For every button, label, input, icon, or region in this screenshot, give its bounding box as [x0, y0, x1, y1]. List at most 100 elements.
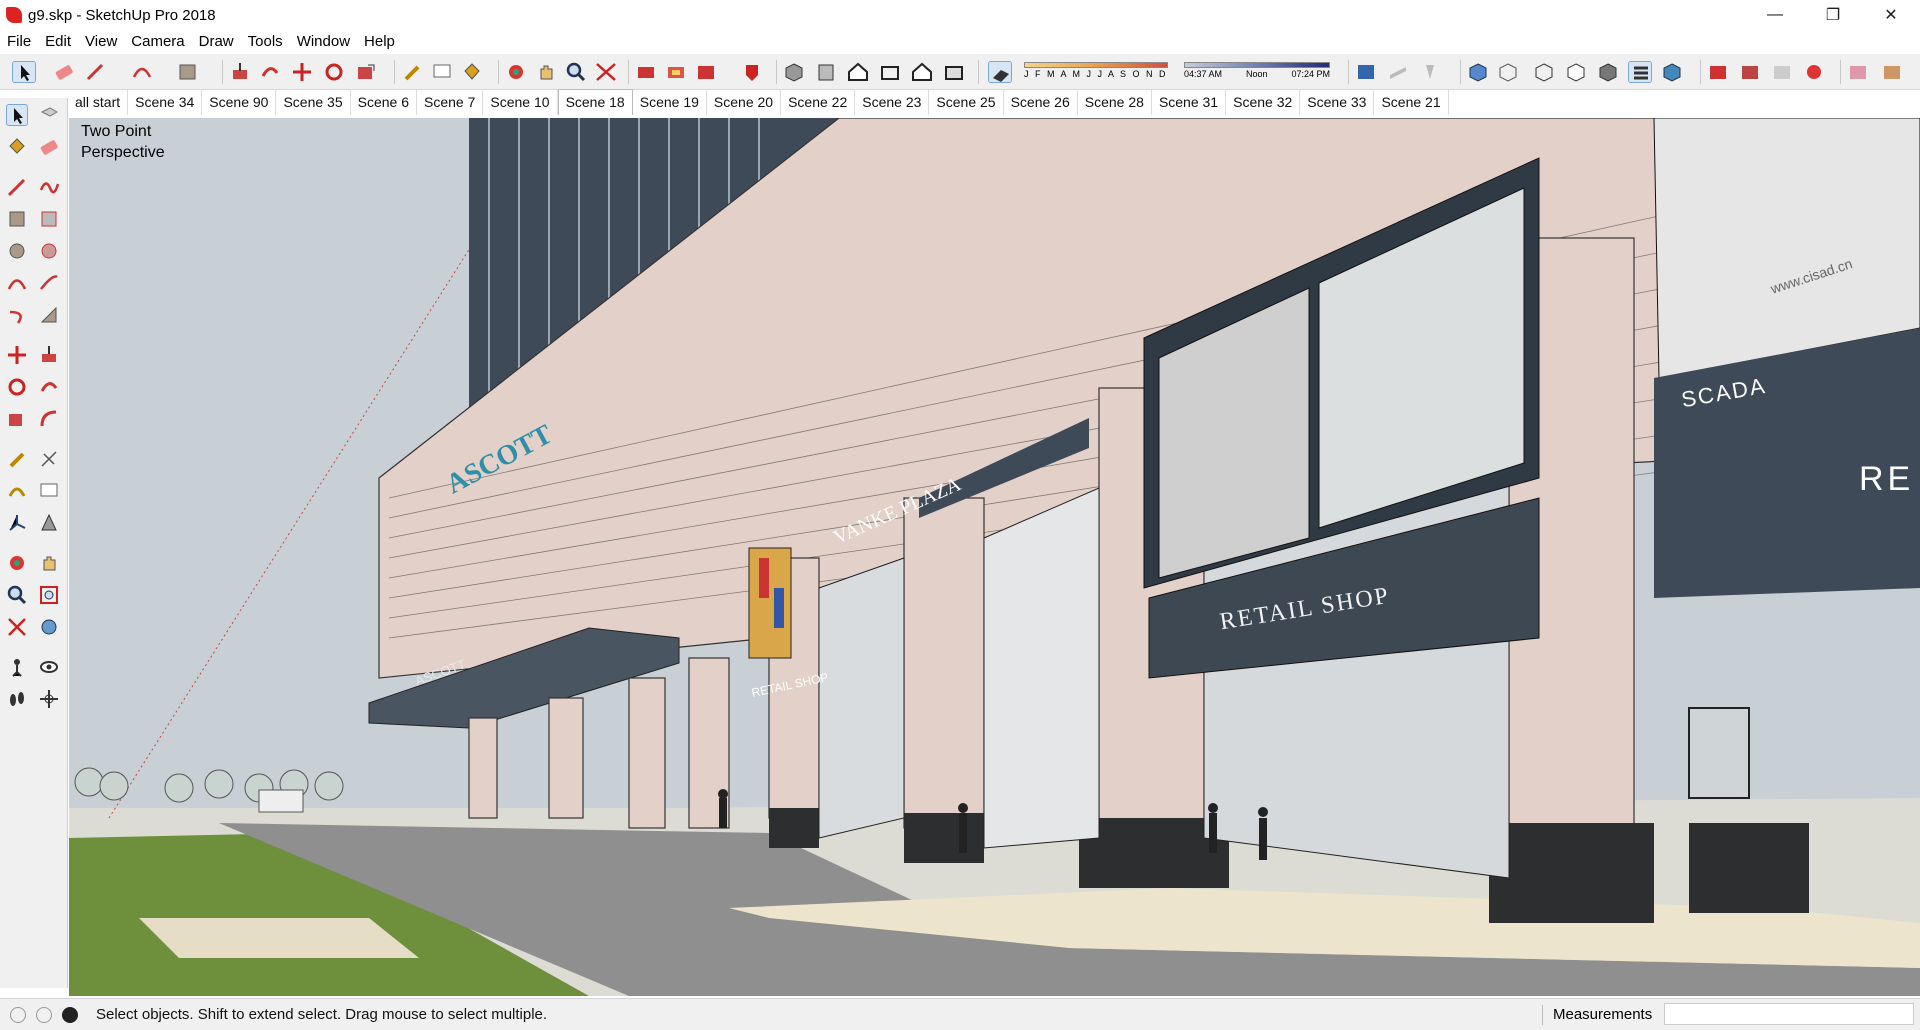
scene-tab-33[interactable]: Scene 33: [1300, 90, 1375, 115]
shadow-time-slider[interactable]: 04:37 AM Noon 07:24 PM: [1184, 60, 1330, 84]
monochrome-style-icon[interactable]: [1660, 61, 1684, 83]
shaded-style-icon[interactable]: [1596, 61, 1620, 83]
follow-me-icon[interactable]: [38, 376, 60, 398]
line-tool-icon[interactable]: [6, 176, 28, 198]
select-arrow-icon[interactable]: [6, 104, 28, 126]
arc-tool-icon[interactable]: [130, 61, 154, 83]
sandbox-icon[interactable]: [1802, 61, 1826, 83]
circle-tool-icon[interactable]: [6, 240, 28, 262]
pan-icon[interactable]: [534, 61, 558, 83]
close-button[interactable]: ✕: [1862, 0, 1920, 30]
credits-icon[interactable]: [36, 1006, 52, 1023]
section-plane-icon[interactable]: [1386, 61, 1410, 83]
tape-measure-icon[interactable]: [400, 61, 424, 83]
paint-bucket-icon[interactable]: [6, 136, 28, 158]
walk-icon[interactable]: [6, 688, 28, 710]
position-camera-icon[interactable]: [6, 656, 28, 678]
dimension-tool-icon[interactable]: [38, 448, 60, 470]
scene-tab-90[interactable]: Scene 90: [202, 90, 277, 115]
shadow-date-slider[interactable]: J F M A M J J A S O N D: [1024, 60, 1168, 84]
paint-bucket-icon[interactable]: [460, 61, 484, 83]
menu-camera[interactable]: Camera: [124, 33, 191, 50]
menu-edit[interactable]: Edit: [38, 33, 78, 50]
scene-tab-25[interactable]: Scene 25: [929, 90, 1004, 115]
arc-tool-icon[interactable]: [6, 272, 28, 294]
polygon-tool-icon[interactable]: [38, 240, 60, 262]
previous-view-icon[interactable]: [38, 616, 60, 638]
extension-manager-icon[interactable]: [740, 61, 764, 83]
right-view-icon[interactable]: [878, 61, 902, 83]
text-tool-icon[interactable]: [430, 61, 454, 83]
rotate-tool-icon[interactable]: [322, 61, 346, 83]
scene-tab-26[interactable]: Scene 26: [1004, 90, 1078, 115]
zoom-extents-icon[interactable]: [594, 61, 618, 83]
model-viewport[interactable]: ASCOTT ASCOTT VANKE PLAZA RETAIL SHOP RE…: [69, 118, 1920, 996]
menu-draw[interactable]: Draw: [192, 33, 241, 50]
minimize-button[interactable]: —: [1746, 0, 1804, 30]
xray-style-icon[interactable]: [1466, 61, 1490, 83]
zoom-window-icon[interactable]: [38, 584, 60, 606]
menu-file[interactable]: File: [0, 33, 38, 50]
eraser-icon[interactable]: [52, 61, 76, 83]
geo-location-icon[interactable]: [10, 1006, 26, 1023]
extension-warehouse-icon[interactable]: [664, 61, 688, 83]
top-view-icon[interactable]: [814, 61, 838, 83]
two-point-arc-icon[interactable]: [38, 272, 60, 294]
push-pull-icon[interactable]: [38, 344, 60, 366]
menu-help[interactable]: Help: [357, 33, 402, 50]
orbit-icon[interactable]: [504, 61, 528, 83]
scene-tab-35[interactable]: Scene 35: [276, 90, 351, 115]
section-cut-icon[interactable]: [1418, 61, 1442, 83]
make-component-icon[interactable]: [38, 104, 60, 126]
photo-match-icon[interactable]: [1846, 61, 1870, 83]
hidden-line-style-icon[interactable]: [1564, 61, 1588, 83]
zoom-extents-icon[interactable]: [6, 616, 28, 638]
menu-window[interactable]: Window: [290, 33, 357, 50]
rectangle-tool-icon[interactable]: [6, 208, 28, 230]
maximize-button[interactable]: ❐: [1804, 0, 1862, 30]
iso-view-icon[interactable]: [782, 61, 806, 83]
orbit-icon[interactable]: [6, 552, 28, 574]
freehand-icon[interactable]: [38, 176, 60, 198]
menu-view[interactable]: View: [78, 33, 124, 50]
axes-tool-icon[interactable]: [6, 512, 28, 534]
pie-tool-icon[interactable]: [38, 304, 60, 326]
scale-tool-icon[interactable]: [6, 408, 28, 430]
wireframe-style-icon[interactable]: [1532, 61, 1556, 83]
look-around-icon[interactable]: [38, 656, 60, 678]
follow-me-icon[interactable]: [258, 61, 282, 83]
user-account-icon[interactable]: [62, 1006, 78, 1023]
menu-tools[interactable]: Tools: [241, 33, 290, 50]
scene-tab-20[interactable]: Scene 20: [707, 90, 782, 115]
scene-tab-31[interactable]: Scene 31: [1152, 90, 1227, 115]
back-view-icon[interactable]: [910, 61, 934, 83]
dynamic-components-icon[interactable]: [1880, 61, 1904, 83]
move-tool-icon[interactable]: [6, 344, 28, 366]
scene-tab-6[interactable]: Scene 6: [351, 90, 418, 115]
pan-icon[interactable]: [38, 552, 60, 574]
front-view-icon[interactable]: [846, 61, 870, 83]
scene-tab-7[interactable]: Scene 7: [417, 90, 484, 115]
3d-text-icon[interactable]: [38, 512, 60, 534]
protractor-icon[interactable]: [6, 480, 28, 502]
scene-tab-22[interactable]: Scene 22: [781, 90, 856, 115]
zoom-icon[interactable]: [6, 584, 28, 606]
left-view-icon[interactable]: [942, 61, 966, 83]
component-icon[interactable]: [1706, 61, 1730, 83]
layout-icon[interactable]: [694, 61, 718, 83]
scene-tab-10[interactable]: Scene 10: [483, 90, 558, 115]
eraser-icon[interactable]: [38, 136, 60, 158]
scene-tab-32[interactable]: Scene 32: [1226, 90, 1301, 115]
offset-tool-icon[interactable]: [38, 408, 60, 430]
scene-tab-19[interactable]: Scene 19: [633, 90, 707, 115]
scene-tab-34[interactable]: Scene 34: [128, 90, 203, 115]
solid-tools-icon[interactable]: [1770, 61, 1794, 83]
zoom-icon[interactable]: [564, 61, 588, 83]
rotate-tool-icon[interactable]: [6, 376, 28, 398]
fog-icon[interactable]: [1354, 61, 1378, 83]
scene-tab-23[interactable]: Scene 23: [855, 90, 930, 115]
shadows-toggle-icon[interactable]: [988, 61, 1012, 83]
push-pull-icon[interactable]: [228, 61, 252, 83]
text-label-icon[interactable]: [38, 480, 60, 502]
three-point-arc-icon[interactable]: [6, 304, 28, 326]
